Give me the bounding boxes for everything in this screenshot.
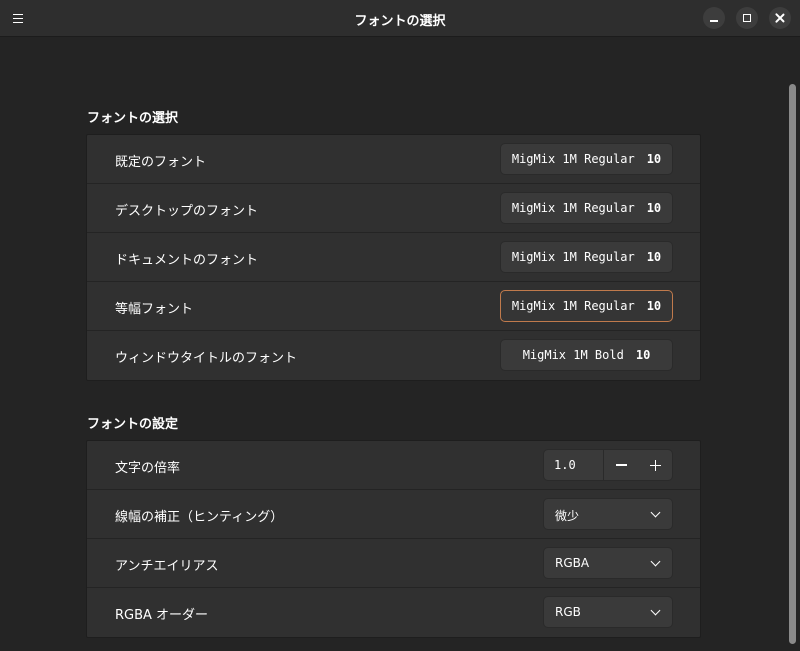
font-name: MigMix 1M Regular [511,250,635,264]
hinting-dropdown[interactable]: 微少 [543,498,673,530]
scale-value-input[interactable]: 1.0 [554,458,576,472]
default-font-button[interactable]: MigMix 1M Regular 10 [500,143,673,175]
rgba-order-label: RGBA オーダー [115,608,209,623]
font-size: 10 [646,152,662,166]
font-row-label: ドキュメントのフォント [115,253,259,268]
scale-decrease-button[interactable] [604,450,638,480]
font-size: 10 [646,250,662,264]
header-bar: フォントの選択 [0,0,800,37]
rgba-order-selected-value: RGB [555,605,581,619]
font-row-window-title: ウィンドウタイトルのフォント MigMix 1M Bold 10 [87,331,700,380]
font-row-desktop: デスクトップのフォント MigMix 1M Regular 10 [87,184,700,233]
antialias-selected-value: RGBA [555,556,590,570]
font-settings-window: フォントの選択 フォントの選択 既定のフォント MigMix 1M Regula… [0,0,800,651]
font-size: 10 [646,299,662,313]
window-title-font-button[interactable]: MigMix 1M Bold 10 [500,339,673,371]
font-row-default: 既定のフォント MigMix 1M Regular 10 [87,135,700,184]
fonts-section-title: フォントの選択 [87,111,179,126]
window-title: フォントの選択 [354,14,446,29]
close-icon [775,13,785,23]
font-row-document: ドキュメントのフォント MigMix 1M Regular 10 [87,233,700,282]
minimize-icon [710,20,718,22]
hinting-selected-value: 微少 [555,509,580,523]
scale-increase-button[interactable] [638,450,672,480]
document-font-button[interactable]: MigMix 1M Regular 10 [500,241,673,273]
rgba-order-row: RGBA オーダー RGB [87,588,700,637]
plus-icon [649,459,661,471]
monospace-font-button[interactable]: MigMix 1M Regular 10 [500,290,673,322]
chevron-down-icon [650,556,661,567]
font-row-label: 既定のフォント [115,155,207,170]
font-name: MigMix 1M Bold [522,348,624,362]
font-name: MigMix 1M Regular [511,152,635,166]
maximize-icon [743,14,751,22]
font-name: MigMix 1M Regular [511,201,635,215]
minus-icon [615,464,627,466]
hinting-label: 線幅の補正（ヒンティング） [115,510,284,525]
font-row-monospace: 等幅フォント MigMix 1M Regular 10 [87,282,700,331]
font-row-label: デスクトップのフォント [115,204,259,219]
scale-label: 文字の倍率 [115,461,181,476]
maximize-button[interactable] [736,7,758,29]
font-row-label: 等幅フォント [115,302,194,317]
scale-row: 文字の倍率 1.0 [87,441,700,490]
desktop-font-button[interactable]: MigMix 1M Regular 10 [500,192,673,224]
chevron-down-icon [650,507,661,518]
font-size: 10 [646,201,662,215]
font-size: 10 [635,348,651,362]
close-button[interactable] [769,7,791,29]
hinting-row: 線幅の補正（ヒンティング） 微少 [87,490,700,539]
vertical-scrollbar[interactable] [789,84,796,644]
font-row-label: ウィンドウタイトルのフォント [115,351,298,366]
chevron-down-icon [650,605,661,616]
antialias-dropdown[interactable]: RGBA [543,547,673,579]
antialias-row: アンチエイリアス RGBA [87,539,700,588]
settings-group: 文字の倍率 1.0 線幅の補正（ヒンティング） 微少 アンチエイリアス RGBA… [86,440,701,638]
antialias-label: アンチエイリアス [115,559,219,574]
minimize-button[interactable] [703,7,725,29]
fonts-group: 既定のフォント MigMix 1M Regular 10 デスクトップのフォント… [86,134,701,381]
scale-spinbutton: 1.0 [543,449,673,481]
rgba-order-dropdown[interactable]: RGB [543,596,673,628]
font-name: MigMix 1M Regular [511,299,635,313]
settings-section-title: フォントの設定 [87,417,179,432]
